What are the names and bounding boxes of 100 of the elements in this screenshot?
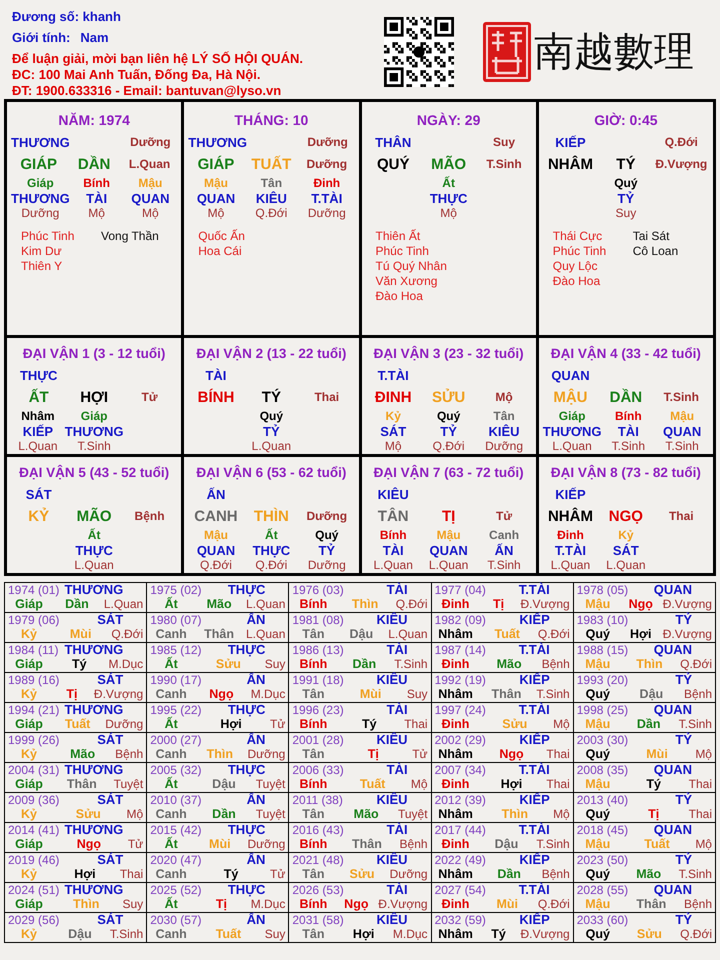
- year-label: 2014 (41): [8, 823, 60, 837]
- stem-text: Đinh: [440, 837, 470, 851]
- ten-god-label: T.TÀI: [518, 823, 550, 837]
- stage-label: Dưỡng: [247, 837, 286, 851]
- stem-text: CANH: [194, 508, 238, 524]
- branch-text: Sửu: [74, 807, 102, 821]
- luck-title: ĐẠI VẬN 2 (13 - 22 tuổi): [195, 346, 348, 361]
- ten-god-label: QUAN: [196, 191, 236, 206]
- ten-god-label: TỶ: [675, 613, 692, 627]
- year-label: 2028 (55): [576, 883, 628, 897]
- stage-label: Tử: [270, 717, 286, 731]
- branch-text: Hợi: [500, 777, 524, 791]
- ten-god-label: SÁT: [97, 733, 124, 747]
- ten-god-label: KIÊU: [256, 191, 287, 206]
- year-label: 2012 (39): [434, 793, 486, 807]
- branch-text: Hợi: [73, 867, 97, 881]
- ten-god-label: KIẾP: [519, 793, 550, 807]
- branch-text: Sửu: [636, 927, 663, 941]
- ten-god-label: SÁT: [380, 424, 406, 439]
- hidden-stem: Nhâm: [21, 409, 55, 424]
- stem-text: Nhâm: [437, 927, 474, 941]
- hidden-stem: Giáp: [558, 409, 586, 424]
- branch-text: Dần: [496, 867, 522, 881]
- branch-text: Thân: [635, 897, 668, 911]
- stem-text: Giáp: [14, 897, 44, 911]
- stem-text: ĐINH: [374, 388, 412, 406]
- stage-label: M.Dục: [392, 927, 428, 941]
- stem-text: Canh: [154, 867, 188, 881]
- branch-text: Tuất: [64, 717, 92, 731]
- ten-god-label: THƯƠNG: [188, 134, 247, 150]
- star-name: Đào Hoa: [552, 274, 602, 289]
- branch-text: NGỌ: [608, 508, 643, 524]
- stage-label: Dưỡng: [247, 747, 286, 761]
- stage-label: T.Sinh: [487, 558, 521, 573]
- year-label: 2007 (34): [434, 763, 486, 777]
- stage-label: Q.Đới: [255, 558, 288, 573]
- hidden-stem: Mậu: [670, 409, 694, 424]
- stage-label: Thai: [546, 777, 570, 791]
- branch-text: Tý: [645, 777, 662, 791]
- branch-text: Tị: [65, 687, 78, 701]
- year-label: 2006 (33): [292, 763, 344, 777]
- ten-god-label: TÀI: [386, 823, 408, 837]
- ten-god-label: THƯƠNG: [64, 763, 124, 777]
- branch-text: Tị: [366, 747, 380, 761]
- stage-label: Bệnh: [542, 867, 570, 881]
- stage-label: Mộ: [88, 206, 105, 221]
- star-name: Đào Hoa: [376, 289, 424, 304]
- stage-label: M.Dục: [250, 687, 286, 701]
- stem-text: KỶ: [28, 508, 50, 524]
- ten-god-label: KIÊU: [488, 424, 520, 439]
- luck-title: ĐẠI VẬN 6 (53 - 62 tuổi): [195, 465, 348, 480]
- hidden-stem: Mậu: [204, 176, 228, 191]
- ten-god-label: THƯƠNG: [64, 823, 124, 837]
- stem-text: Nhâm: [437, 867, 474, 881]
- branch-text: Mùi: [495, 897, 519, 911]
- ten-god-label: TỶ: [318, 543, 336, 558]
- ten-god-label: TÀI: [382, 543, 404, 558]
- hidden-stem: Tân: [260, 176, 282, 191]
- branch-text: Mão: [69, 747, 96, 761]
- stage-label: T.Sinh: [664, 390, 699, 404]
- ten-god-label: TỶ: [675, 853, 692, 867]
- stem-text: Mậu: [584, 837, 612, 851]
- year-label: 1985 (12): [150, 643, 202, 657]
- stage-label: Dưỡng: [306, 509, 348, 523]
- stem-text: Giáp: [14, 597, 44, 611]
- stage-label: Thai: [546, 747, 570, 761]
- branch-text: Mão: [206, 597, 233, 611]
- stage-label: Thai: [404, 717, 428, 731]
- stage-label: L.Quan: [428, 558, 468, 573]
- ten-god-label: KIẾP: [555, 486, 586, 502]
- branch-text: TỊ: [442, 508, 456, 524]
- year-label: 2016 (43): [292, 823, 344, 837]
- year-label: 2005 (32): [150, 763, 202, 777]
- ten-god-label: THƯƠNG: [64, 583, 124, 597]
- ten-god-label: SÁT: [97, 613, 124, 627]
- hidden-stem: Ất: [265, 528, 278, 543]
- stage-label: Mộ: [553, 717, 570, 731]
- stem-text: Bính: [298, 657, 328, 671]
- stage-label: Tử: [270, 867, 286, 881]
- ten-god-label: QUAN: [654, 763, 692, 777]
- ten-god-label: KIẾP: [519, 913, 550, 927]
- contact-line: Để luận giải, mời bạn liên hệ LÝ SỐ HỘI QUÁN.: [12, 50, 304, 66]
- ten-god-label: KIẾP: [519, 613, 550, 627]
- hidden-stem: Bính: [380, 528, 407, 543]
- branch-text: Ngọ: [628, 597, 654, 611]
- luck-title: ĐẠI VẬN 3 (23 - 32 tuổi): [372, 346, 525, 361]
- stage-label: Mộ: [208, 206, 224, 221]
- ten-god-label: TÀI: [386, 763, 408, 777]
- stage-label: T.Sinh: [77, 439, 111, 454]
- luck-title: ĐẠI VẬN 5 (43 - 52 tuổi): [18, 465, 170, 480]
- stage-label: Dưỡng: [105, 717, 144, 731]
- branch-text: Sửu: [348, 867, 376, 881]
- branch-text: Thân: [66, 777, 98, 791]
- stage-label: Suy: [264, 927, 286, 941]
- stage-label: Q.Đới: [538, 897, 570, 911]
- stage-label: Bệnh: [542, 657, 570, 671]
- branch-text: TUẤT: [251, 156, 292, 172]
- star-name: Thái Cực: [552, 229, 604, 244]
- stem-text: Mậu: [584, 777, 612, 791]
- ten-god-label: T.TÀI: [518, 883, 550, 897]
